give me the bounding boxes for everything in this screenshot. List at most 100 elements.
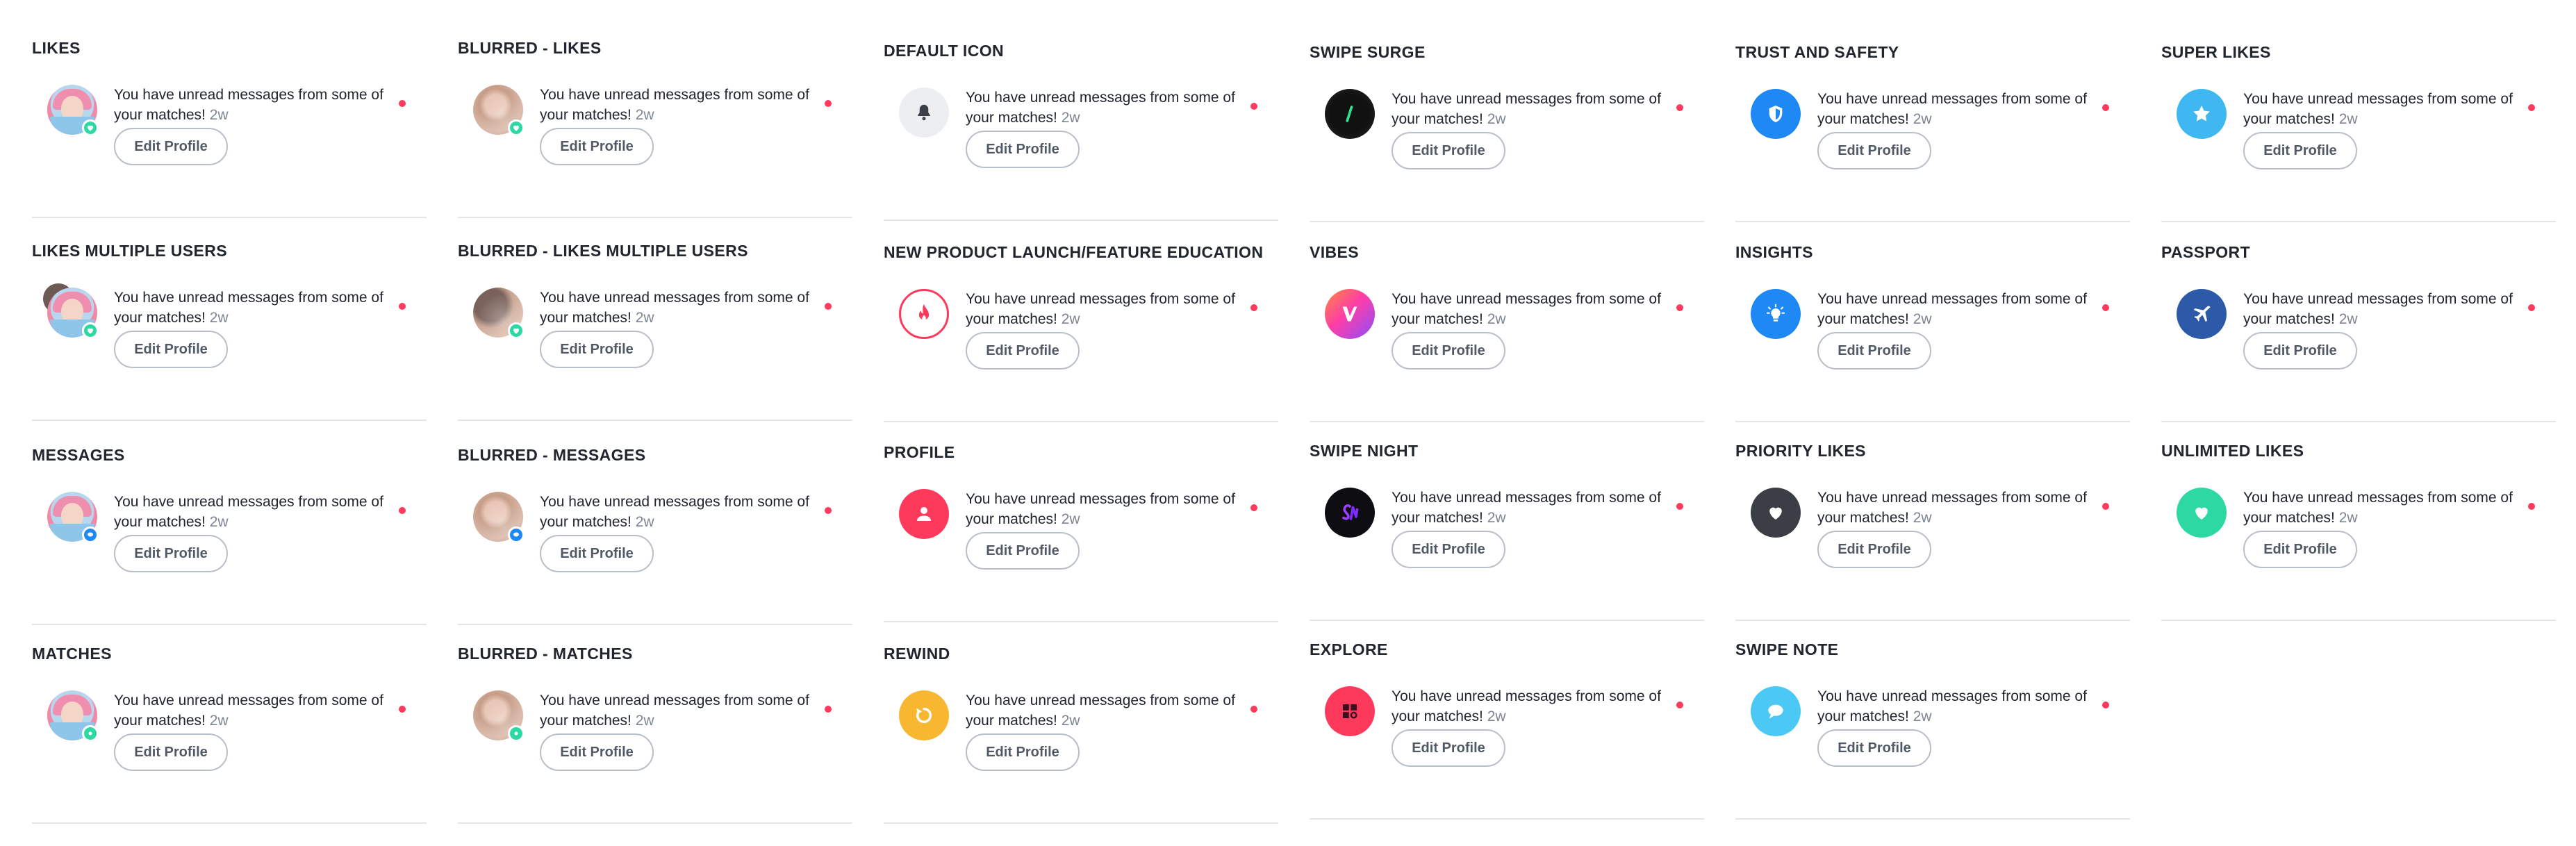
edit-profile-button[interactable]: Edit Profile	[114, 331, 228, 368]
person-icon	[899, 489, 949, 539]
message-text: You have unread messages from some of yo…	[966, 291, 1235, 327]
edit-profile-button[interactable]: Edit Profile	[540, 535, 654, 572]
timestamp: 2w	[209, 310, 229, 326]
notification-card: MATCHES You have unread messages from som…	[32, 645, 427, 824]
unread-dot	[1676, 104, 1683, 111]
unread-dot	[399, 706, 406, 713]
edit-profile-button[interactable]: Edit Profile	[966, 332, 1080, 370]
notification-card: UNLIMITED LIKES You have unread messages …	[2161, 442, 2556, 621]
card-title: UNLIMITED LIKES	[2161, 442, 2304, 460]
notification-card: SWIPE NIGHT You have unread messages from…	[1310, 442, 1704, 621]
unread-dot	[1250, 504, 1257, 511]
unread-dot	[2102, 304, 2109, 311]
lightbulb-icon	[1751, 289, 1801, 339]
unread-dot	[1676, 702, 1683, 708]
timestamp: 2w	[209, 107, 229, 123]
star-icon	[2177, 89, 2227, 139]
notification-card: LIKES MULTIPLE USERS You have unread mess…	[32, 242, 427, 421]
unread-dot	[2102, 503, 2109, 510]
notification-message: You have unread messages from some of yo…	[966, 690, 1264, 731]
message-text: You have unread messages from some of yo…	[966, 90, 1235, 126]
shield-icon	[1751, 89, 1801, 139]
notification-card: REWIND You have unread messages from some…	[884, 645, 1278, 824]
unread-dot	[1250, 304, 1257, 311]
message-text: You have unread messages from some of yo…	[966, 491, 1235, 527]
edit-profile-button[interactable]: Edit Profile	[1817, 132, 1931, 169]
unread-dot	[2528, 304, 2535, 311]
notification-card: BLURRED - LIKES You have unread messages …	[458, 39, 852, 218]
timestamp: 2w	[2338, 111, 2358, 127]
notification-message: You have unread messages from some of yo…	[540, 690, 839, 731]
unread-dot	[825, 706, 832, 713]
edit-profile-button[interactable]: Edit Profile	[966, 733, 1080, 771]
edit-profile-button[interactable]: Edit Profile	[114, 128, 228, 165]
card-title: MESSAGES	[32, 446, 125, 464]
card-title: BLURRED - MATCHES	[458, 645, 633, 663]
flame-outline-icon	[899, 289, 949, 339]
notification-card: BLURRED - MESSAGES You have unread messag…	[458, 446, 852, 625]
notification-message: You have unread messages from some of yo…	[966, 489, 1264, 529]
profile-photo	[47, 690, 99, 742]
notification-message: You have unread messages from some of yo…	[1392, 89, 1690, 129]
unread-dot	[2102, 702, 2109, 708]
notification-message: You have unread messages from some of yo…	[1817, 289, 2116, 329]
edit-profile-button[interactable]: Edit Profile	[1392, 332, 1505, 370]
unread-dot	[399, 100, 406, 107]
notification-card: INSIGHTS You have unread messages from so…	[1735, 243, 2130, 422]
notification-card: NEW PRODUCT LAUNCH/FEATURE EDUCATION You …	[884, 243, 1278, 422]
edit-profile-button[interactable]: Edit Profile	[1392, 132, 1505, 169]
edit-profile-button[interactable]: Edit Profile	[540, 733, 654, 771]
notification-message: You have unread messages from some of yo…	[114, 690, 413, 731]
speech-bubble-icon	[1751, 686, 1801, 736]
notification-card: PROFILE You have unread messages from som…	[884, 443, 1278, 622]
message-text: You have unread messages from some of yo…	[540, 290, 809, 326]
card-title: SWIPE SURGE	[1310, 43, 1426, 61]
timestamp: 2w	[1061, 713, 1080, 729]
timestamp: 2w	[635, 107, 654, 123]
message-text: You have unread messages from some of yo…	[1817, 688, 2087, 724]
notification-message: You have unread messages from some of yo…	[966, 88, 1264, 128]
card-title: PRIORITY LIKES	[1735, 442, 1866, 460]
edit-profile-button[interactable]: Edit Profile	[114, 535, 228, 572]
card-title: NEW PRODUCT LAUNCH/FEATURE EDUCATION	[884, 243, 1264, 261]
blurred-photo	[473, 492, 525, 543]
timestamp: 2w	[1913, 708, 1932, 724]
edit-profile-button[interactable]: Edit Profile	[966, 131, 1080, 168]
edit-profile-button[interactable]: Edit Profile	[114, 733, 228, 771]
message-text: You have unread messages from some of yo…	[1817, 91, 2087, 127]
timestamp: 2w	[1061, 511, 1080, 527]
blurred-photo	[473, 85, 525, 136]
edit-profile-button[interactable]: Edit Profile	[1392, 531, 1505, 568]
edit-profile-button[interactable]: Edit Profile	[2243, 332, 2357, 370]
notification-card: PRIORITY LIKES You have unread messages f…	[1735, 442, 2130, 621]
card-title: BLURRED - LIKES	[458, 39, 602, 57]
timestamp: 2w	[1487, 510, 1506, 526]
edit-profile-button[interactable]: Edit Profile	[2243, 132, 2357, 169]
edit-profile-button[interactable]: Edit Profile	[1392, 729, 1505, 767]
edit-profile-button[interactable]: Edit Profile	[540, 128, 654, 165]
notification-style-grid: LIKES You have unread messages from some …	[0, 0, 2576, 846]
edit-profile-button[interactable]: Edit Profile	[1817, 531, 1931, 568]
card-title: SUPER LIKES	[2161, 43, 2271, 61]
message-badge	[82, 526, 99, 543]
notification-message: You have unread messages from some of yo…	[2243, 89, 2542, 129]
edit-profile-button[interactable]: Edit Profile	[2243, 531, 2357, 568]
profile-photo	[47, 492, 99, 543]
notification-card: VIBES You have unread messages from some …	[1310, 243, 1704, 422]
notification-card: TRUST AND SAFETY You have unread messages…	[1735, 43, 2130, 222]
notification-message: You have unread messages from some of yo…	[1392, 289, 1690, 329]
notification-message: You have unread messages from some of yo…	[114, 85, 413, 125]
edit-profile-button[interactable]: Edit Profile	[1817, 729, 1931, 767]
edit-profile-button[interactable]: Edit Profile	[966, 532, 1080, 570]
edit-profile-button[interactable]: Edit Profile	[540, 331, 654, 368]
message-text: You have unread messages from some of yo…	[2243, 291, 2513, 327]
message-text: You have unread messages from some of yo…	[114, 87, 383, 123]
notification-message: You have unread messages from some of yo…	[114, 492, 413, 532]
notification-card: BLURRED - MATCHES You have unread message…	[458, 645, 852, 824]
notification-card: SWIPE NOTE You have unread messages from …	[1735, 640, 2130, 820]
unread-dot	[2528, 503, 2535, 510]
heart-dark-icon	[1751, 488, 1801, 538]
edit-profile-button[interactable]: Edit Profile	[1817, 332, 1931, 370]
notification-card: MESSAGES You have unread messages from so…	[32, 446, 427, 625]
message-text: You have unread messages from some of yo…	[2243, 91, 2513, 127]
